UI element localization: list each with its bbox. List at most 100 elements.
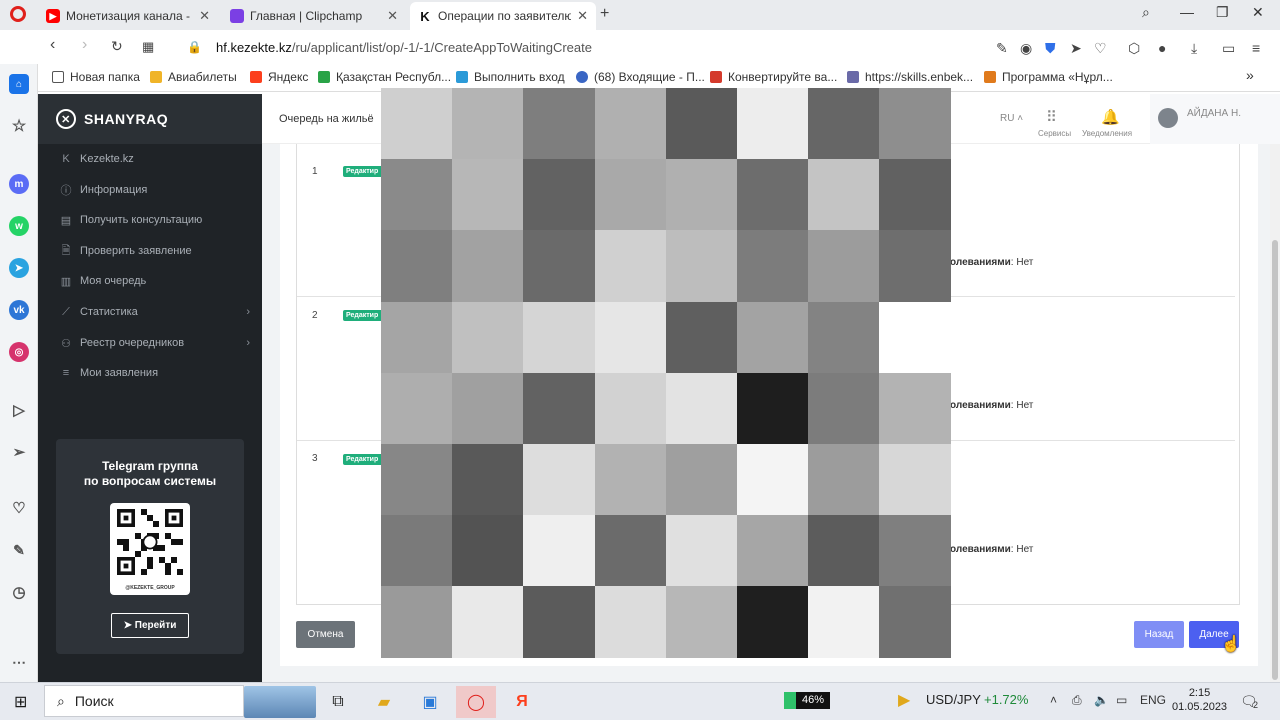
- sidebar-item-stats[interactable]: ⟋ Статистика ›: [60, 302, 250, 322]
- star-icon[interactable]: ☆: [9, 116, 29, 136]
- forward-icon[interactable]: ›: [82, 36, 87, 54]
- sidebar-item-info[interactable]: ⓘ Информация: [60, 180, 250, 200]
- cube-icon[interactable]: ⬡: [1128, 40, 1140, 57]
- tab-youtube[interactable]: ▶ Монетизация канала - You ✕: [38, 2, 218, 30]
- flow-icon[interactable]: ➢: [9, 442, 29, 462]
- camera-icon[interactable]: ◉: [1020, 40, 1032, 57]
- input-language[interactable]: ENG: [1140, 693, 1166, 707]
- download-icon[interactable]: ⤓: [1191, 40, 1197, 57]
- file-explorer-icon[interactable]: ▰: [364, 686, 404, 718]
- minimize-icon[interactable]: —: [1180, 4, 1194, 20]
- sidebar-item-registry[interactable]: ⚇ Реестр очередников ›: [60, 333, 250, 353]
- bookmark-label: https://skills.enbek...: [865, 70, 974, 84]
- bookmark-item[interactable]: Қазақстан Республ...: [318, 70, 451, 84]
- sidebar-item-applications[interactable]: ≡ Мои заявления: [60, 363, 250, 383]
- telegram-icon[interactable]: ➤: [9, 258, 29, 278]
- volume-icon[interactable]: 🔈: [1094, 693, 1109, 707]
- bookmark-item[interactable]: Выполнить вход: [456, 70, 565, 84]
- send-icon[interactable]: ➤: [1070, 40, 1082, 57]
- pixel-block: [879, 301, 952, 374]
- scrollbar-thumb[interactable]: [1272, 240, 1278, 680]
- windows-start-icon[interactable]: ⊞: [14, 692, 27, 712]
- services-label[interactable]: Сервисы: [1038, 129, 1071, 138]
- speed-dial-icon[interactable]: ⌂: [9, 74, 29, 94]
- bookmark-item[interactable]: https://skills.enbek...: [847, 70, 973, 84]
- profile-icon[interactable]: ●: [1158, 40, 1166, 56]
- task-view-icon[interactable]: ⧉: [318, 686, 358, 718]
- yandex-taskbar-icon[interactable]: Я: [502, 686, 542, 718]
- bookmark-item[interactable]: Конвертируйте ва...: [710, 70, 837, 84]
- close-window-icon[interactable]: ✕: [1252, 4, 1264, 21]
- back-button[interactable]: Назад: [1134, 621, 1184, 648]
- bookmark-item[interactable]: Яндекс: [250, 70, 308, 84]
- tab-title: Операции по заявителю: [438, 9, 572, 23]
- user-name[interactable]: АЙДАНА Н.: [1187, 108, 1241, 119]
- edit-page-icon[interactable]: ✎: [996, 40, 1008, 57]
- edit-badge[interactable]: Редактир: [343, 310, 383, 321]
- heart-icon[interactable]: ♡: [1094, 40, 1107, 57]
- brand-logo[interactable]: ✕ SHANYRAQ: [38, 94, 262, 144]
- meet-icon[interactable]: ⎙: [1072, 693, 1082, 708]
- pixel-block: [737, 88, 809, 160]
- pixel-block: [737, 372, 809, 445]
- services-grid-icon[interactable]: ⠿: [1046, 108, 1057, 126]
- tab-clipchamp[interactable]: Главная | Clipchamp ✕: [222, 2, 406, 30]
- back-icon[interactable]: ‹: [50, 36, 55, 54]
- notifications-label[interactable]: Уведомления: [1082, 129, 1132, 138]
- shield-icon[interactable]: ⛊: [1045, 40, 1056, 57]
- new-tab-icon[interactable]: +: [600, 5, 609, 23]
- sidebar-item-kezekte[interactable]: K Kezekte.kz: [60, 149, 250, 169]
- bookmark-item[interactable]: Новая папка: [52, 70, 140, 84]
- forex-pair[interactable]: USD/JPY: [926, 692, 981, 707]
- edit-badge[interactable]: Редактир: [343, 166, 383, 177]
- close-tab-icon[interactable]: ✕: [387, 8, 398, 24]
- close-tab-icon[interactable]: ✕: [199, 8, 210, 24]
- cancel-button[interactable]: Отмена: [296, 621, 355, 648]
- taskbar-search[interactable]: ⌕ Поиск: [44, 685, 244, 717]
- menu-icon[interactable]: ≡: [1252, 40, 1260, 56]
- instagram-icon[interactable]: ◎: [9, 342, 29, 362]
- bookmark-item[interactable]: Авиабилеты: [150, 70, 237, 84]
- send-icon: ➤: [123, 620, 135, 631]
- url-field[interactable]: hf.kezekte.kz/ru/applicant/list/op/-1/-1…: [216, 40, 592, 55]
- close-tab-icon[interactable]: ✕: [577, 8, 588, 24]
- battery-saver-icon[interactable]: ▭: [1222, 40, 1235, 57]
- clock[interactable]: 2:15 01.05.2023: [1172, 686, 1227, 714]
- pixel-block: [523, 301, 596, 374]
- messenger-icon[interactable]: m: [9, 174, 29, 194]
- chevron-up-icon[interactable]: ˄: [1050, 693, 1057, 707]
- sidebar-item-consult[interactable]: ▤ Получить консультацию: [60, 210, 250, 230]
- snapshot-icon[interactable]: ✎: [9, 540, 29, 560]
- favorites-heart-icon[interactable]: ♡: [9, 498, 29, 518]
- search-tabs-icon[interactable]: ⌕: [1142, 4, 1150, 21]
- player-icon[interactable]: ▷: [9, 400, 29, 420]
- opera-menu-icon[interactable]: [10, 6, 26, 22]
- vk-icon[interactable]: vk: [9, 300, 29, 320]
- image-app-icon[interactable]: ▣: [410, 686, 450, 718]
- tab-kezekte[interactable]: K Операции по заявителю ✕: [410, 2, 596, 30]
- bookmark-label: Конвертируйте ва...: [728, 70, 838, 84]
- more-icon[interactable]: ⋯: [9, 652, 29, 672]
- bell-icon[interactable]: 🔔: [1101, 108, 1120, 126]
- tabs-grid-icon[interactable]: ▦: [142, 39, 154, 55]
- bookmark-item[interactable]: Программа «Нұрл...: [984, 70, 1113, 84]
- pixel-block: [523, 586, 596, 659]
- forex-change[interactable]: +1.72%: [984, 692, 1028, 707]
- bookmark-item[interactable]: (68) Входящие - П...: [576, 70, 705, 84]
- sidebar-item-check[interactable]: 🗎 Проверить заявление: [60, 241, 250, 261]
- battery-indicator[interactable]: 46%: [784, 692, 830, 709]
- telegram-card: Telegram группа по вопросам системы @KEZ…: [56, 439, 244, 654]
- reload-icon[interactable]: ↻: [111, 38, 123, 55]
- battery-icon[interactable]: ▭: [1116, 693, 1127, 707]
- avatar[interactable]: [1158, 108, 1178, 128]
- edit-badge[interactable]: Редактир: [343, 454, 383, 465]
- restore-icon[interactable]: ❐: [1216, 4, 1229, 21]
- more-bookmarks-icon[interactable]: »: [1246, 67, 1254, 83]
- language-selector[interactable]: RU ˄: [1000, 113, 1023, 124]
- sidebar-item-queue[interactable]: ▥ Моя очередь: [60, 271, 250, 291]
- opera-taskbar-icon[interactable]: ◯: [456, 686, 496, 718]
- history-icon[interactable]: ◷: [9, 582, 29, 602]
- pixel-block: [665, 230, 738, 303]
- whatsapp-icon[interactable]: w: [9, 216, 29, 236]
- telegram-go-button[interactable]: ➤ Перейти: [110, 613, 190, 638]
